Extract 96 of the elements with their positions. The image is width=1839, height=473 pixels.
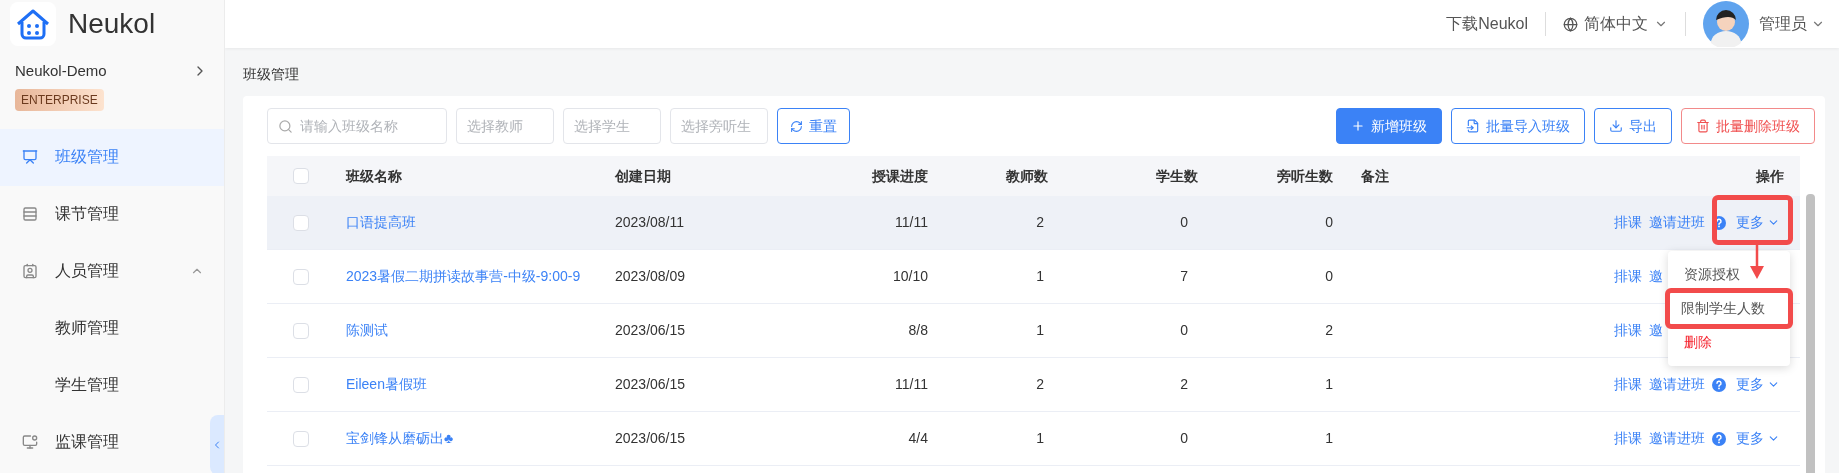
table-cell-text: 2 bbox=[1035, 213, 1045, 232]
more-dropdown[interactable]: 更多 bbox=[1736, 428, 1780, 449]
toolbar-button[interactable]: 批量删除班级 bbox=[1681, 108, 1815, 144]
checkbox[interactable] bbox=[293, 376, 309, 393]
menu-option[interactable]: 删除 bbox=[1673, 329, 1785, 356]
table-cell-text: 0 bbox=[1179, 321, 1189, 340]
download-icon bbox=[1609, 119, 1623, 133]
breadcrumb: 班级管理 bbox=[243, 66, 299, 82]
trash-icon bbox=[1696, 119, 1710, 133]
menu-icon bbox=[22, 434, 38, 450]
table-cell-text: 1 bbox=[1324, 375, 1334, 394]
menu-item[interactable]: 班级管理 bbox=[0, 128, 224, 186]
help-icon[interactable] bbox=[1712, 377, 1726, 392]
checkbox[interactable] bbox=[293, 214, 309, 231]
select-field[interactable]: 选择旁听生 bbox=[670, 108, 768, 144]
help-icon[interactable] bbox=[1712, 431, 1726, 446]
class-name-link[interactable]: 宝剑锋从磨砺出♣ bbox=[330, 428, 600, 449]
action-link[interactable]: 排课 bbox=[1614, 320, 1642, 341]
menu-icon bbox=[22, 206, 38, 222]
menu-item[interactable]: 课节管理 bbox=[0, 185, 224, 243]
collapse-button[interactable] bbox=[210, 415, 224, 473]
table-cell-text: 7 bbox=[1179, 267, 1189, 286]
more-dropdown[interactable]: 更多 bbox=[1736, 212, 1780, 233]
import-icon bbox=[1466, 119, 1480, 133]
search-field[interactable]: 请输入班级名称 bbox=[267, 108, 447, 144]
action-link[interactable]: 邀 bbox=[1649, 320, 1663, 341]
column-header: 教师数 bbox=[1005, 166, 1049, 186]
avatar[interactable] bbox=[1703, 1, 1749, 47]
class-name-link[interactable]: 口语提高班 bbox=[330, 212, 600, 233]
select-field[interactable]: 选择学生 bbox=[563, 108, 661, 144]
column-header: 授课进度 bbox=[871, 166, 929, 186]
toolbar-button[interactable]: 批量导入班级 bbox=[1451, 108, 1585, 144]
table-cell-text: 0 bbox=[1179, 429, 1189, 448]
table-cell-text: 2 bbox=[1324, 321, 1334, 340]
submenu-item[interactable]: 学生管理 bbox=[0, 356, 224, 414]
table-cell-text: 2023/06/15 bbox=[614, 375, 687, 394]
action-link[interactable]: 邀请进班 bbox=[1649, 212, 1705, 233]
download-link[interactable]: 下载Neukol bbox=[1446, 12, 1528, 36]
table-cell-text: 11/11 bbox=[894, 213, 929, 232]
table-cell-text: 8/8 bbox=[907, 321, 929, 340]
table-cell-text: 2 bbox=[1035, 375, 1045, 394]
table-cell-text: 2 bbox=[1179, 375, 1189, 394]
logo-text: Neukol bbox=[68, 7, 156, 41]
table-cell-text: 1 bbox=[1035, 321, 1045, 340]
action-link[interactable]: 邀 bbox=[1649, 266, 1663, 287]
table-cell-text: 2023/08/09 bbox=[614, 267, 687, 286]
select-field[interactable]: 选择教师 bbox=[456, 108, 554, 144]
refresh-icon bbox=[790, 119, 803, 133]
more-dropdown[interactable]: 更多 bbox=[1736, 374, 1780, 395]
submenu-item[interactable]: 教师管理 bbox=[0, 299, 224, 357]
menu-icon bbox=[22, 263, 38, 279]
table-cell-text: 2023/08/11 bbox=[614, 213, 686, 232]
column-header: 学生数 bbox=[1155, 166, 1199, 186]
language-selector[interactable]: 简体中文 bbox=[1563, 12, 1668, 36]
plus-icon bbox=[1351, 119, 1365, 133]
table-cell-text: 1 bbox=[1324, 429, 1334, 448]
table-cell-text: 0 bbox=[1324, 267, 1334, 286]
table-cell-text: 2023/06/15 bbox=[614, 429, 687, 448]
column-header: 旁听生数 bbox=[1276, 166, 1334, 186]
table-cell-text: 2023/06/15 bbox=[614, 321, 687, 340]
action-link[interactable]: 排课 bbox=[1614, 428, 1642, 449]
table-cell-text: 10/10 bbox=[891, 267, 929, 286]
class-name-link[interactable]: 陈测试 bbox=[330, 320, 600, 341]
action-link[interactable]: 邀请进班 bbox=[1649, 428, 1705, 449]
table-row[interactable]: 口语提高班 2023/08/11 11/11 2 0 0 排课 邀请进班 更多 bbox=[267, 196, 1800, 250]
menu-option[interactable]: 资源授权 bbox=[1673, 261, 1785, 288]
table-cell-text: 4/4 bbox=[907, 429, 929, 448]
checkbox[interactable] bbox=[293, 322, 309, 339]
toolbar-button[interactable]: 导出 bbox=[1594, 108, 1672, 144]
checkbox[interactable] bbox=[293, 430, 309, 447]
checkbox[interactable] bbox=[293, 168, 309, 184]
action-link[interactable]: 排课 bbox=[1614, 212, 1642, 233]
class-name-link[interactable]: Eileen暑假班 bbox=[330, 374, 600, 395]
table-cell-text: 11/11 bbox=[894, 375, 929, 394]
action-link[interactable]: 邀请进班 bbox=[1649, 374, 1705, 395]
menu-item[interactable]: 人员管理 bbox=[0, 242, 224, 300]
organization-name[interactable]: Neukol-Demo bbox=[15, 60, 107, 83]
class-name-link[interactable]: 2023暑假二期拼读故事营-中级-9:00-9 bbox=[330, 266, 600, 287]
action-link[interactable]: 排课 bbox=[1614, 374, 1642, 395]
column-header: 创建日期 bbox=[614, 166, 672, 186]
action-link[interactable]: 排课 bbox=[1614, 266, 1642, 287]
table-cell-text: 0 bbox=[1179, 213, 1189, 232]
column-header: 操作 bbox=[1755, 166, 1785, 186]
plan-badge: ENTERPRISE bbox=[15, 88, 104, 111]
table-cell-text: 0 bbox=[1324, 213, 1334, 232]
user-menu[interactable]: 管理员 bbox=[1759, 12, 1825, 36]
annotation-arrow bbox=[1749, 245, 1765, 279]
menu-icon bbox=[22, 149, 38, 165]
checkbox[interactable] bbox=[293, 268, 309, 285]
toolbar-button[interactable]: 新增班级 bbox=[1336, 108, 1442, 144]
column-header: 备注 bbox=[1360, 166, 1390, 186]
table-cell-text: 1 bbox=[1035, 267, 1045, 286]
globe-icon bbox=[1563, 16, 1578, 32]
reset-button[interactable]: 重置 bbox=[777, 108, 850, 144]
table-cell-text: 1 bbox=[1035, 429, 1045, 448]
column-header: 班级名称 bbox=[344, 166, 403, 186]
